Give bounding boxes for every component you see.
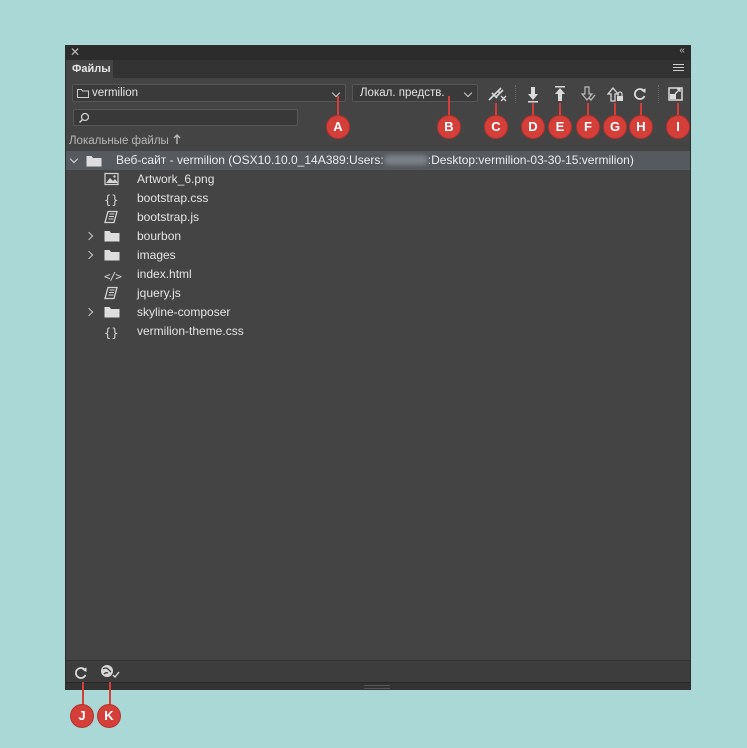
file-row[interactable]: {} bootstrap.css: [66, 189, 690, 208]
callout-i: I: [667, 116, 689, 138]
file-name: bourbon: [137, 229, 182, 243]
local-files-header-label: Локальные файлы: [69, 135, 169, 147]
html-tag-icon: </>: [104, 270, 122, 283]
panel-tab-bar: Файлы: [66, 60, 690, 78]
callout-leader: [448, 96, 450, 116]
refresh-button[interactable]: [630, 85, 650, 103]
collapse-panel-button[interactable]: ‹‹: [679, 45, 685, 56]
search-input[interactable]: [73, 109, 298, 126]
check-out-icon: [580, 86, 596, 101]
panel-resize-edge[interactable]: [66, 682, 690, 690]
callout-leader: [559, 103, 561, 116]
toolbar-separator: [515, 85, 516, 103]
connect-remote-button[interactable]: [486, 85, 507, 103]
folder-icon: [104, 248, 122, 263]
site-select[interactable]: vermilion: [72, 84, 346, 102]
view-select[interactable]: Локал. предств.: [352, 84, 478, 102]
resize-grip[interactable]: [364, 685, 390, 689]
sort-arrow-up-icon: [173, 134, 181, 144]
file-row[interactable]: {} vermilion-theme.css: [66, 322, 690, 341]
callout-e: E: [549, 116, 571, 138]
chevron-down-icon: [463, 88, 473, 98]
callout-b: B: [438, 116, 460, 138]
expand-panel-button[interactable]: [666, 85, 686, 103]
globe-check-icon[interactable]: [100, 664, 122, 681]
file-row[interactable]: images: [66, 246, 690, 265]
search-icon: [78, 112, 90, 124]
chevron-down-icon[interactable]: [69, 154, 79, 164]
file-name: jquery.js: [137, 286, 181, 300]
callout-a: A: [327, 116, 349, 138]
callout-leader: [109, 682, 111, 706]
site-root-row[interactable]: Веб-сайт - vermilion (OSX10.10.0_14A389:…: [66, 151, 690, 170]
callout-k: K: [98, 705, 120, 727]
file-row[interactable]: jquery.js: [66, 284, 690, 303]
callout-j: J: [71, 705, 93, 727]
file-name: vermilion-theme.css: [137, 324, 244, 338]
files-panel: ✕ ‹‹ Файлы vermilion Локал. предств. Лок…: [66, 45, 690, 690]
css-braces-icon: {}: [104, 193, 119, 207]
folder-icon: [104, 305, 122, 320]
image-icon: [104, 172, 122, 187]
callout-leader: [82, 682, 84, 706]
arrow-up-icon: [555, 86, 565, 101]
site-root-label-prefix: Веб-сайт - vermilion (OSX10.10.0_14A389:…: [116, 153, 384, 167]
arrow-down-icon: [528, 87, 538, 103]
check-in-lock-icon: [606, 86, 623, 102]
file-name: bootstrap.js: [137, 210, 200, 224]
callout-h: H: [630, 116, 652, 138]
callout-leader: [677, 103, 679, 116]
chevron-right-icon[interactable]: [84, 231, 94, 241]
callout-leader: [337, 96, 339, 116]
chevron-right-icon[interactable]: [84, 250, 94, 260]
callout-leader: [640, 103, 642, 116]
callout-leader: [495, 103, 497, 116]
file-name: skyline-composer: [137, 305, 231, 319]
file-row[interactable]: skyline-composer: [66, 303, 690, 322]
file-row[interactable]: bootstrap.js: [66, 208, 690, 227]
refresh-icon: [634, 88, 646, 100]
panel-menu-icon[interactable]: [673, 64, 684, 73]
folder-icon: [86, 156, 102, 167]
get-files-button[interactable]: [523, 85, 543, 103]
plug-disconnect-icon: [488, 87, 507, 102]
callout-leader: [532, 103, 534, 116]
callout-c: C: [485, 116, 507, 138]
site-select-value: vermilion: [92, 87, 139, 99]
file-row[interactable]: bourbon: [66, 227, 690, 246]
local-files-header[interactable]: Локальные файлы: [69, 134, 182, 147]
panel-bottom-bar: [66, 660, 690, 683]
redacted-username: [383, 155, 428, 165]
js-scroll-icon: [104, 210, 122, 225]
expand-window-icon: [668, 87, 683, 101]
callout-f: F: [577, 116, 599, 138]
put-files-button[interactable]: [550, 85, 570, 103]
check-out-button[interactable]: [577, 85, 597, 103]
callout-leader: [614, 103, 616, 116]
refresh-icon[interactable]: [73, 665, 89, 681]
panel-titlebar: ✕ ‹‹: [66, 45, 690, 60]
folder-icon: [104, 229, 122, 244]
site-root-label-suffix: :Desktop:vermilion-03-30-15:vermilion): [427, 153, 634, 167]
callout-g: G: [604, 116, 626, 138]
file-row[interactable]: Artwork_6.png: [66, 170, 690, 189]
toolbar-separator: [658, 85, 659, 103]
file-name: index.html: [137, 267, 192, 281]
tab-files[interactable]: Файлы: [66, 60, 113, 78]
file-name: images: [137, 248, 176, 262]
folder-icon: [77, 89, 89, 98]
css-braces-icon: {}: [104, 326, 119, 340]
file-name: bootstrap.css: [137, 191, 209, 205]
js-scroll-icon: [104, 286, 122, 301]
site-root-label: Веб-сайт - vermilion (OSX10.10.0_14A389:…: [116, 151, 634, 170]
file-name: Artwork_6.png: [137, 172, 215, 186]
file-row[interactable]: </> index.html: [66, 265, 690, 284]
close-panel-button[interactable]: ✕: [70, 45, 80, 59]
view-select-value: Локал. предств.: [360, 87, 445, 99]
check-in-button[interactable]: [604, 85, 624, 103]
callout-leader: [587, 103, 589, 116]
chevron-right-icon[interactable]: [84, 307, 94, 317]
callout-d: D: [522, 116, 544, 138]
